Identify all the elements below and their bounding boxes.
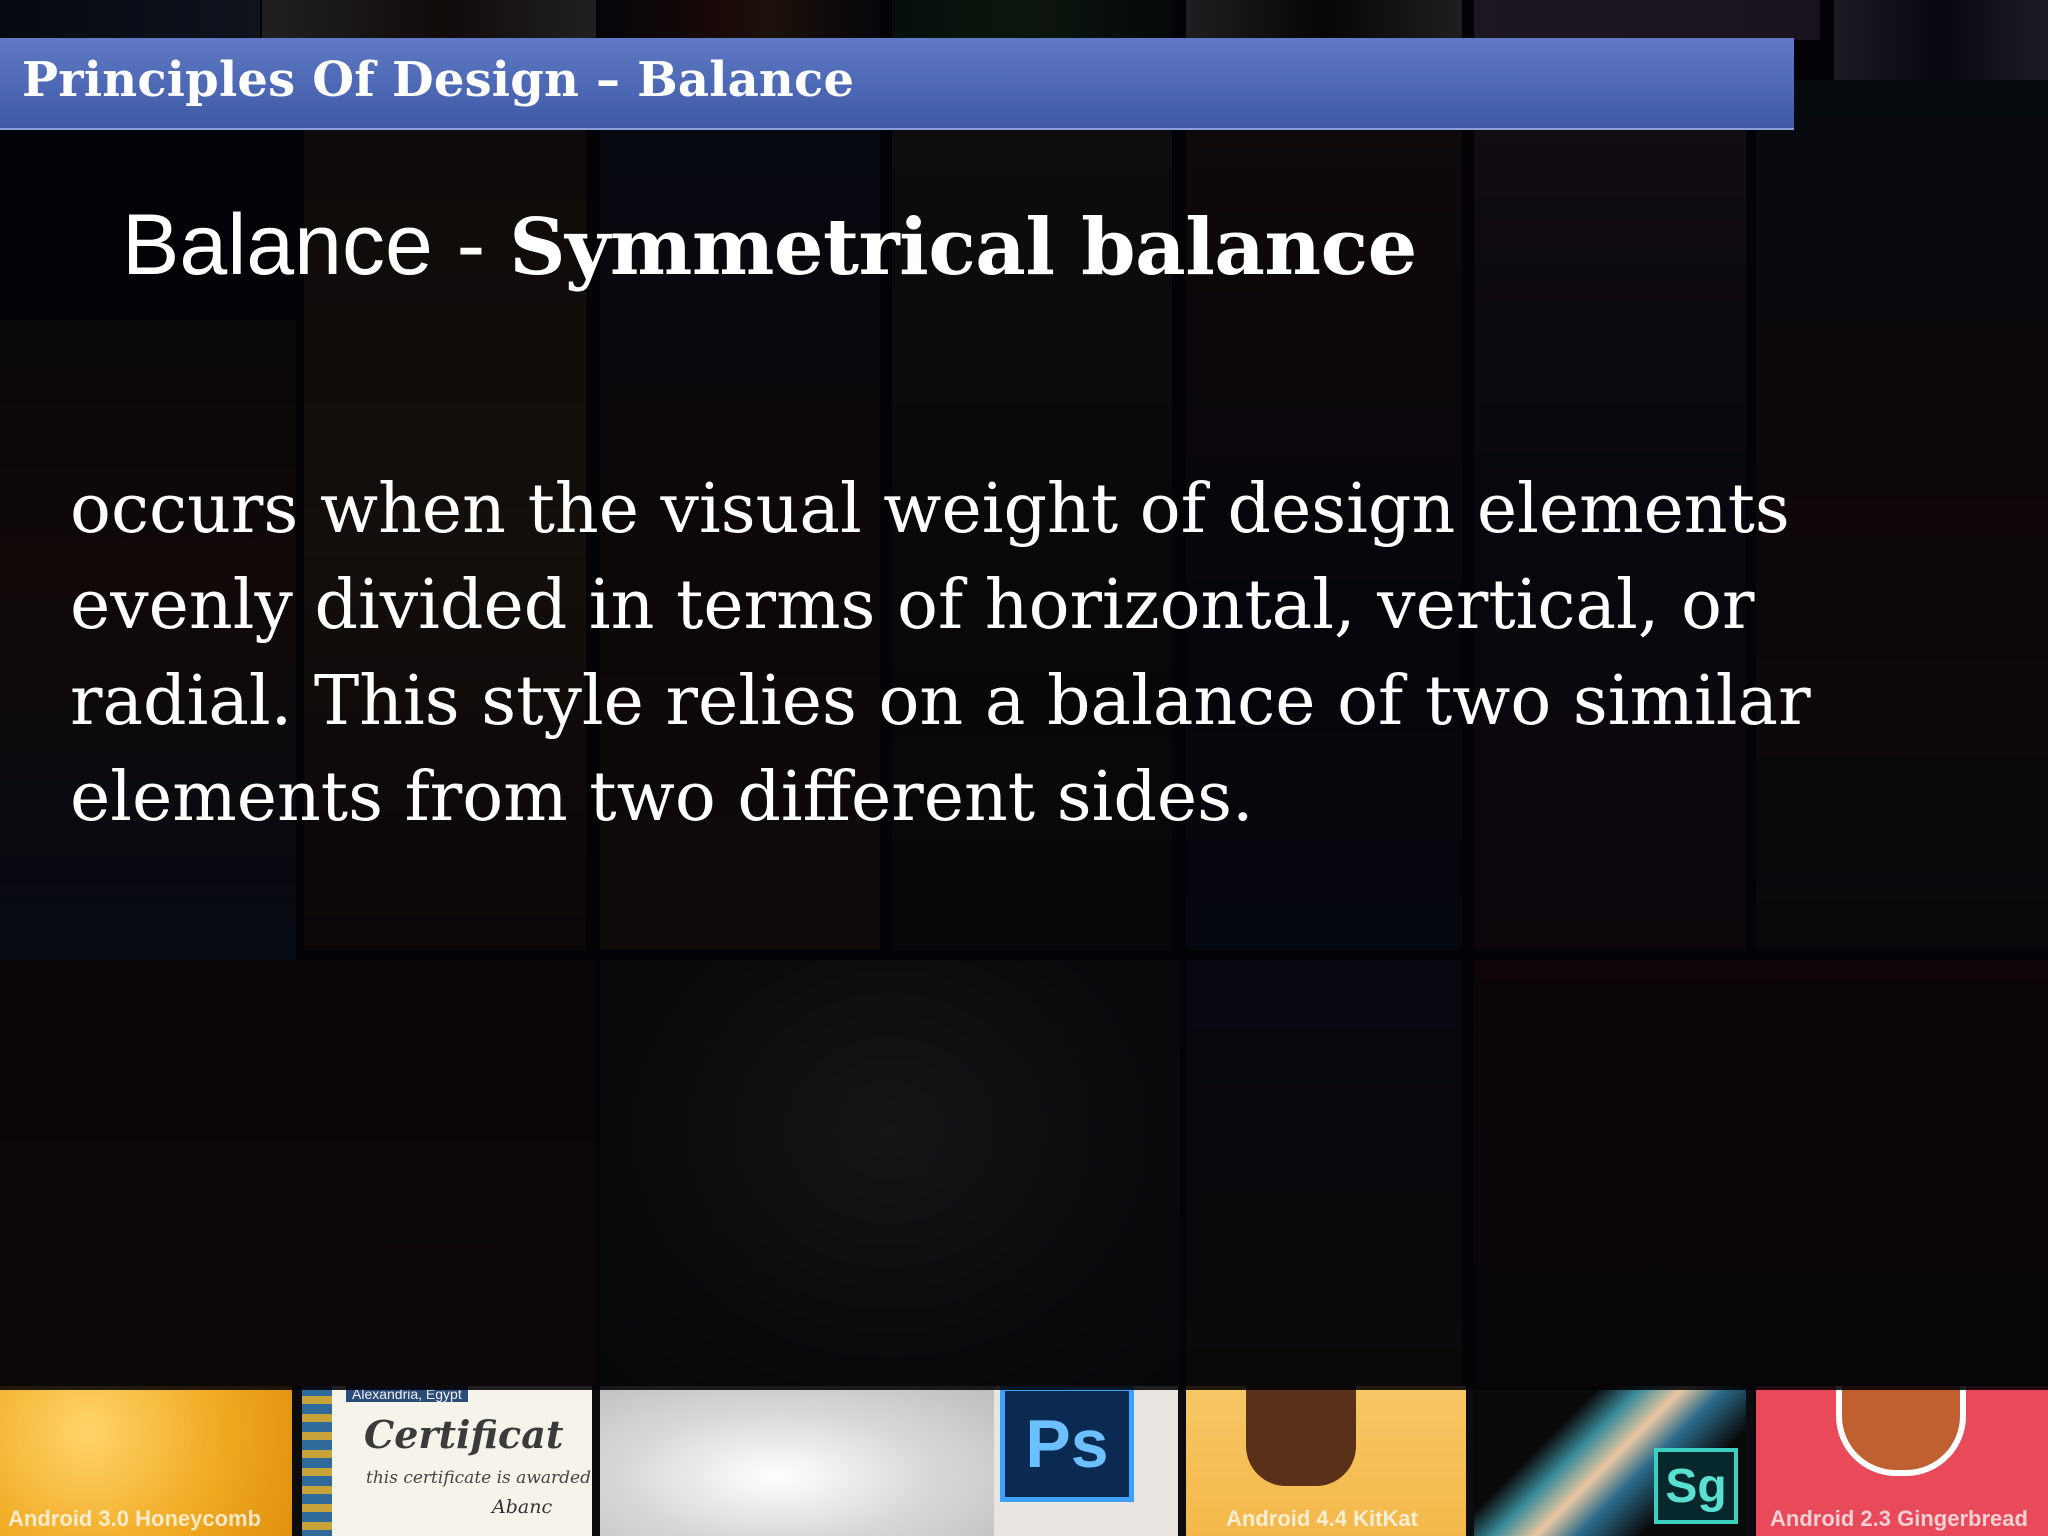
slide: Android 3.0 Honeycomb Alexandria, Egypt …: [0, 0, 2048, 1536]
certificate-title: Certificat: [364, 1412, 564, 1457]
tile-photoshop: Ps: [994, 1386, 1178, 1536]
speedgrade-badge: Sg: [1654, 1448, 1738, 1524]
body-line-2: evenly divided in terms of horizontal, v…: [70, 566, 1755, 645]
body-line-1: occurs when the visual weight of design …: [70, 470, 1790, 549]
photoshop-badge: Ps: [1000, 1386, 1134, 1502]
header-title: Principles Of Design – Balance: [22, 52, 855, 108]
certificate-card: Alexandria, Egypt Certificat this certif…: [302, 1386, 592, 1536]
tile-sculpture: [600, 1386, 994, 1536]
tile-honeycomb: Android 3.0 Honeycomb: [0, 1386, 292, 1536]
body-line-3: radial. This style relies on a balance o…: [70, 662, 1811, 741]
header-bar: Principles Of Design – Balance: [0, 38, 1794, 130]
honeycomb-label: Android 3.0 Honeycomb: [8, 1506, 262, 1531]
slide-title-prefix: Balance -: [122, 197, 510, 293]
tile-certificate: Alexandria, Egypt Certificat this certif…: [302, 1386, 592, 1536]
tile-kitkat: Android 4.4 KitKat: [1186, 1386, 1466, 1536]
certificate-strip: [302, 1386, 332, 1536]
gingerbread-shape: [1836, 1386, 1966, 1476]
certificate-name: Abanc: [492, 1496, 553, 1518]
slide-title-main: Symmetrical balance: [509, 202, 1417, 293]
kitkat-hand-shape: [1246, 1386, 1356, 1486]
body-paragraph: occurs when the visual weight of design …: [70, 462, 1970, 846]
slide-title: Balance - Symmetrical balance: [122, 196, 1417, 295]
tile-gingerbread: Android 2.3 Gingerbread: [1756, 1386, 2048, 1536]
tile-speedgrade: Sg: [1474, 1386, 1746, 1536]
gingerbread-label: Android 2.3 Gingerbread: [1770, 1506, 2028, 1531]
kitkat-label: Android 4.4 KitKat: [1226, 1506, 1418, 1531]
body-line-4: elements from two different sides.: [70, 758, 1254, 837]
certificate-line: this certificate is awarded: [366, 1468, 591, 1488]
